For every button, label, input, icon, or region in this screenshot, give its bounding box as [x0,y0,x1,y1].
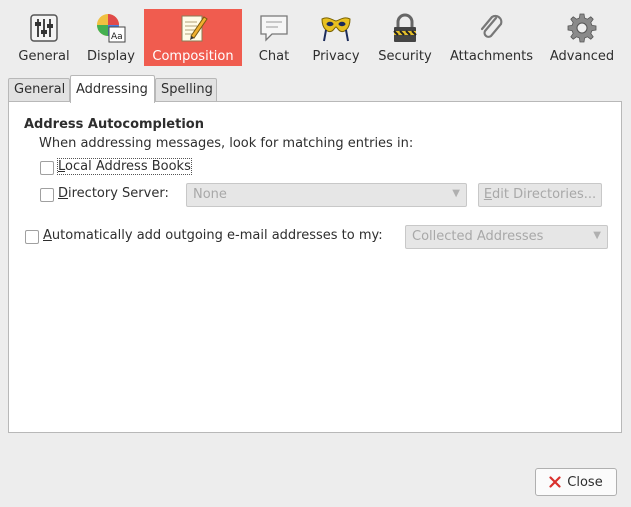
edit-directories-label-rest: dit Directories... [492,187,597,202]
pane-label: Composition [152,49,234,64]
addressing-panel: Address Autocompletion When addressing m… [8,101,622,433]
auto-add-label-rest: utomatically add outgoing e-mail address… [51,228,383,243]
pane-chat[interactable]: Chat [247,9,301,66]
edit-directories-button[interactable]: Edit Directories... [478,183,602,207]
preferences-pane-bar: General Aa Display Composition Chat Priv… [0,0,631,68]
tab-label: Addressing [76,82,148,97]
tab-general[interactable]: General [8,78,70,102]
directory-server-label[interactable]: Directory Server: [58,186,169,201]
pane-label: Chat [258,49,290,64]
padlock-icon [393,13,417,42]
pane-general[interactable]: General [9,9,79,66]
pane-label: Privacy [312,49,360,64]
pane-privacy[interactable]: Privacy [306,9,366,66]
directory-server-label-rest: irectory Server: [68,186,169,201]
chevron-down-icon: ▼ [452,188,460,199]
directory-server-checkbox[interactable] [40,188,54,202]
tab-addressing[interactable]: Addressing [70,75,155,103]
pane-attachments[interactable]: Attachments [445,9,538,66]
paperclip-icon [480,14,502,38]
local-address-books-label-rest: ocal Address Books [65,159,191,174]
collected-addresses-select[interactable]: Collected Addresses ▼ [405,225,608,249]
pane-label: Security [378,49,432,64]
close-icon [549,476,561,488]
autocompletion-description: When addressing messages, look for match… [39,136,414,151]
tab-label: General [14,82,66,97]
mask-icon [321,17,351,42]
pane-security[interactable]: Security [372,9,438,66]
collected-addresses-value: Collected Addresses [412,229,544,244]
pane-label: Advanced [549,49,615,64]
directory-server-select[interactable]: None ▼ [186,183,467,207]
close-button[interactable]: Close [535,468,617,496]
close-label: Close [567,474,603,490]
auto-add-outgoing-label[interactable]: Automatically add outgoing e-mail addres… [43,228,383,243]
pane-advanced[interactable]: Advanced [545,9,619,66]
auto-add-outgoing-checkbox[interactable] [25,230,39,244]
pane-label: General [18,49,70,64]
edit-directories-label-first-letter: E [483,187,493,202]
directory-server-label-first-letter: D [58,186,69,201]
chevron-down-icon: ▼ [593,230,601,241]
tab-label: Spelling [161,82,213,97]
auto-add-label-first-letter: A [43,228,52,243]
address-autocompletion-heading: Address Autocompletion [24,117,204,132]
gear-icon [567,13,597,43]
pane-label: Attachments [450,49,533,64]
pencil-document-icon [181,15,208,42]
local-address-books-label-first-letter: L [58,159,66,174]
tab-spelling[interactable]: Spelling [155,78,217,102]
svg-text:Aa: Aa [111,32,123,42]
color-wheel-font-icon: Aa [97,14,126,43]
pane-label: Display [87,49,135,64]
directory-server-value: None [193,187,227,202]
sliders-icon [30,14,58,42]
speech-bubble-icon [260,15,288,42]
pane-display[interactable]: Aa Display [79,9,143,66]
local-address-books-label[interactable]: Local Address Books [57,158,192,175]
local-address-books-checkbox[interactable] [40,161,54,175]
pane-composition[interactable]: Composition [144,9,242,66]
